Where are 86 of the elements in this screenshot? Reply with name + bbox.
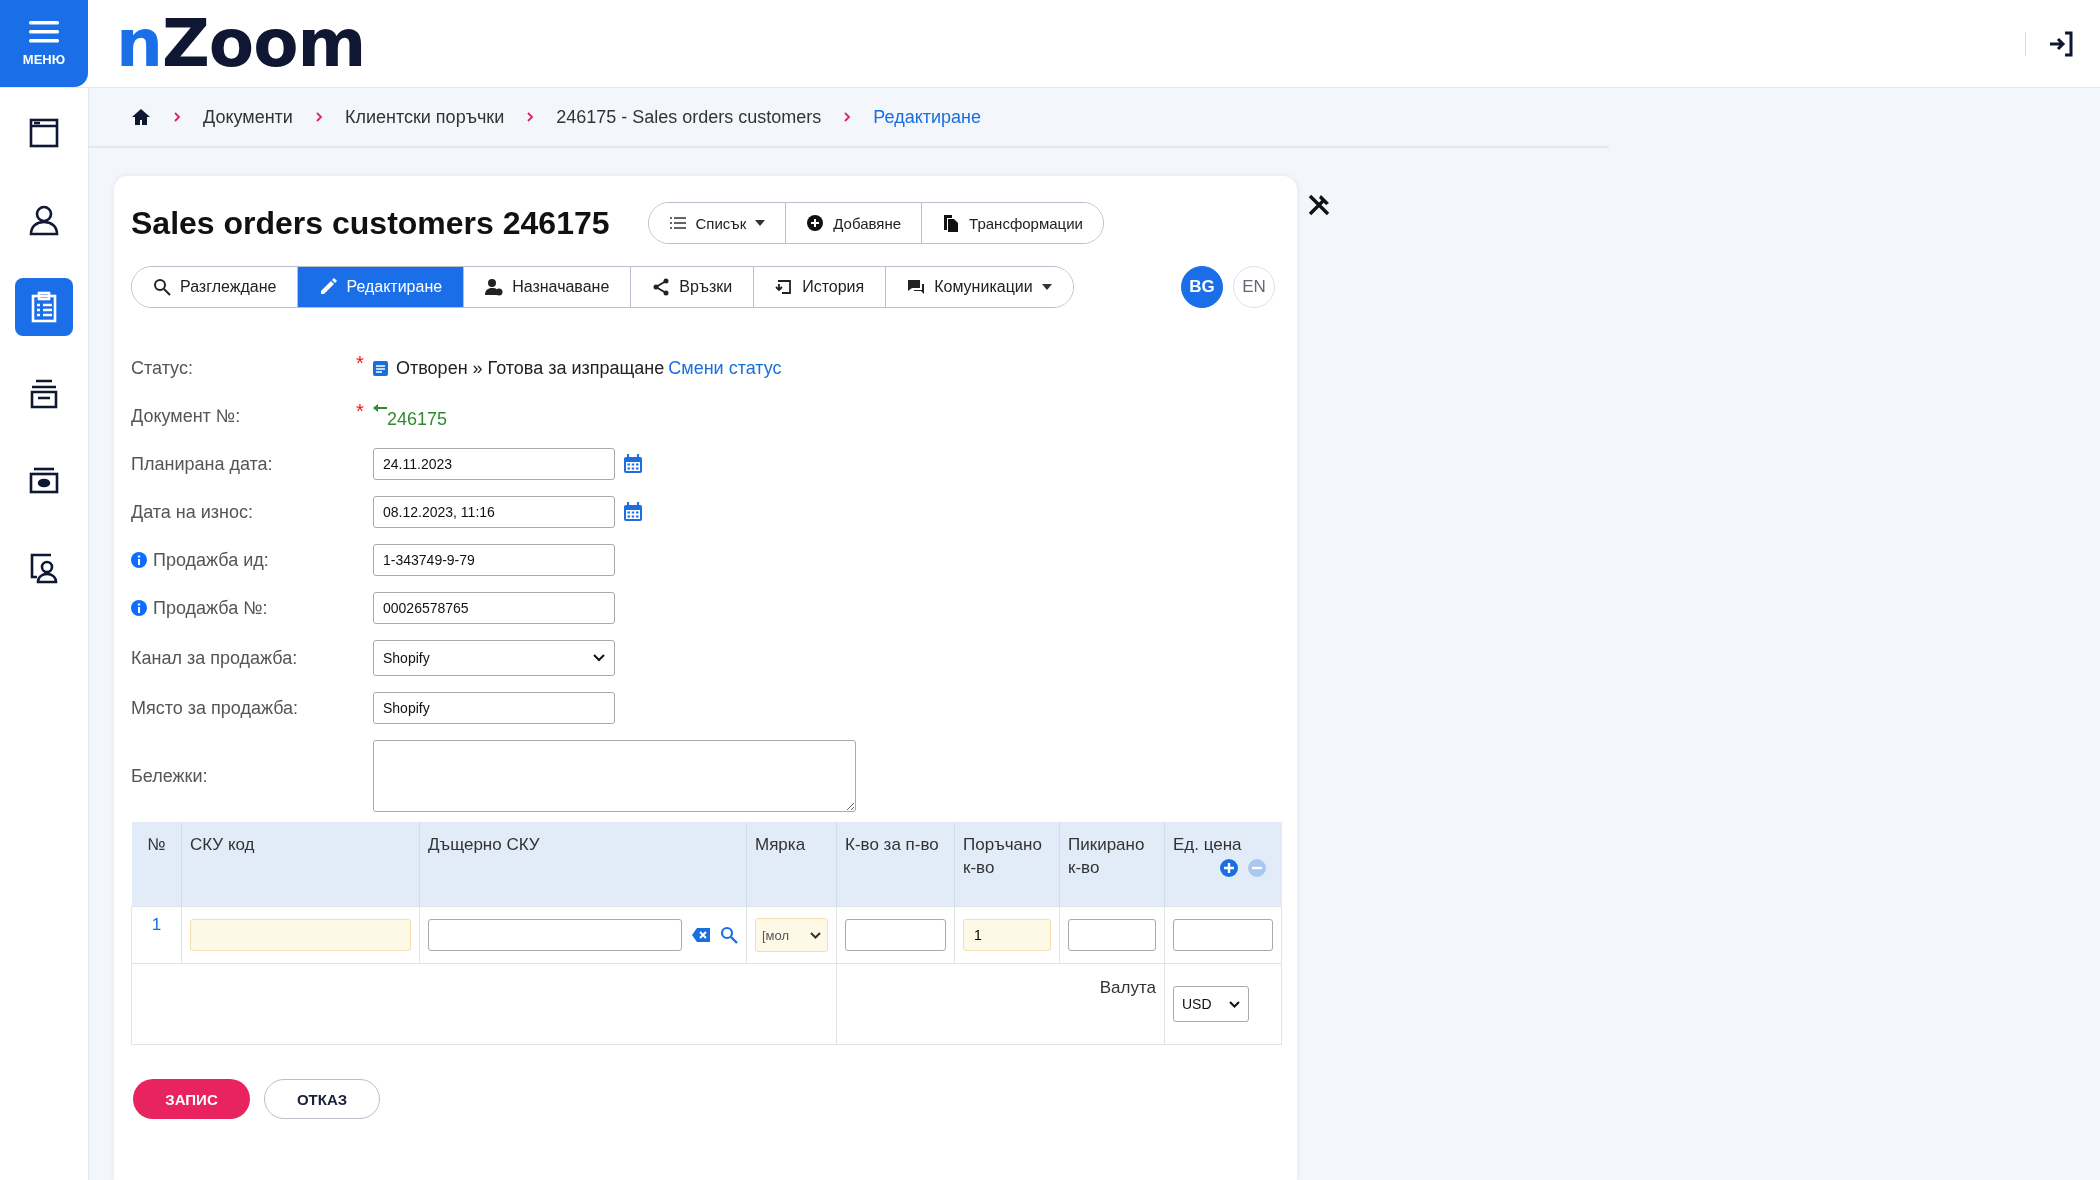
copy-icon — [942, 214, 961, 232]
change-status-link[interactable]: Смени статус — [668, 357, 782, 379]
breadcrumb-link[interactable]: 246175 - Sales orders customers — [556, 106, 822, 128]
assign-icon — [485, 278, 504, 296]
language-button[interactable]: BG — [1181, 266, 1223, 308]
logo: nZoom — [116, 5, 366, 82]
status-text: Отворен » Готова за изпращане — [396, 357, 665, 379]
share-icon — [652, 278, 671, 296]
add-row-icon[interactable] — [1219, 858, 1238, 877]
chevron-icon — [314, 111, 323, 123]
document-icon — [373, 360, 388, 376]
field-label: Дата на износ: — [131, 501, 254, 523]
menu-icon — [29, 20, 59, 44]
home-icon[interactable] — [131, 108, 151, 126]
person-icon — [28, 204, 60, 236]
field-label: Място за продажба: — [131, 697, 299, 719]
table-input[interactable] — [845, 919, 946, 951]
cancel-button[interactable]: ОТКАЗ — [264, 1079, 380, 1119]
required-mark: * — [356, 400, 364, 422]
unit-select[interactable]: [мол — [755, 918, 828, 952]
sidebar-clipboard-item[interactable] — [15, 278, 73, 336]
history-icon — [775, 278, 794, 296]
chevron-icon — [843, 111, 852, 123]
breadcrumb-link[interactable]: Документи — [203, 106, 293, 128]
row-number: 1 — [151, 915, 162, 934]
field-label: Документ №: — [131, 405, 241, 427]
field-label: Бележки: — [131, 765, 208, 787]
chevron-icon — [526, 111, 535, 123]
field-label: Продажба ид: — [153, 549, 269, 571]
column-header: Поръчано к-во — [963, 835, 1042, 877]
notes-field[interactable] — [373, 740, 856, 812]
caret-icon — [593, 654, 605, 662]
caret-icon — [810, 931, 821, 939]
caret-icon — [755, 220, 766, 226]
field-label: Статус: — [131, 357, 193, 379]
chevron-icon — [173, 111, 181, 123]
text-field[interactable]: 00026578765 — [373, 592, 615, 624]
field-label: Планирана дата: — [131, 453, 273, 475]
column-header: Пикирано к-во — [1068, 835, 1145, 877]
breadcrumb-link[interactable]: Редактиране — [873, 106, 982, 128]
table-input[interactable] — [428, 919, 682, 951]
tray-icon — [28, 378, 60, 410]
currency-select[interactable]: USD — [1173, 986, 1249, 1022]
tab[interactable]: Разглеждане — [132, 267, 299, 307]
add-icon — [806, 214, 825, 232]
search-icon — [153, 278, 171, 296]
menu-button[interactable]: МЕНЮ — [0, 0, 88, 87]
language-button[interactable]: EN — [1233, 266, 1275, 308]
table-input[interactable]: 1 — [963, 919, 1051, 951]
column-header: № — [147, 835, 166, 854]
caret-icon — [1041, 284, 1052, 290]
calendar-icon[interactable] — [623, 454, 643, 474]
breadcrumb-link[interactable]: Клиентски поръчки — [344, 106, 505, 128]
column-header: Мярка — [755, 835, 806, 854]
field-label: Продажба №: — [153, 597, 268, 619]
clear-icon[interactable] — [692, 928, 710, 942]
table-input[interactable] — [1068, 919, 1156, 951]
select-field[interactable]: Shopify — [373, 640, 615, 676]
text-field[interactable]: Shopify — [373, 692, 615, 724]
chat-icon — [907, 278, 926, 296]
column-header: СКУ код — [190, 835, 255, 854]
document-number: 246175 — [387, 408, 448, 430]
list-button[interactable]: Списък — [648, 203, 787, 243]
logout-icon[interactable] — [2048, 30, 2074, 57]
window-icon — [28, 117, 60, 149]
column-header: Ед. цена — [1173, 835, 1242, 854]
column-header: Дъщерно СКУ — [428, 835, 540, 854]
field-label: Канал за продажба: — [131, 647, 298, 669]
text-field[interactable]: 1-343749-9-79 — [373, 544, 615, 576]
back-arrow-icon — [373, 404, 387, 414]
currency-label: Валута — [1099, 978, 1156, 997]
date-field[interactable]: 24.11.2023 — [373, 448, 615, 480]
list-icon — [668, 214, 687, 232]
required-mark: * — [356, 352, 364, 374]
table-input[interactable] — [1173, 919, 1273, 951]
calendar-icon[interactable] — [623, 502, 643, 522]
tools-icon[interactable] — [1307, 193, 1331, 217]
search-icon[interactable] — [720, 926, 738, 944]
column-header: К-во за п-во — [845, 835, 939, 854]
tab[interactable]: Редактиране — [298, 267, 465, 307]
pencil-icon — [319, 278, 338, 296]
page-title: Sales orders customers 246175 — [131, 204, 610, 242]
caret-icon — [1229, 1000, 1240, 1008]
date-field[interactable]: 08.12.2023, 11:16 — [373, 496, 615, 528]
save-button[interactable]: ЗАПИС — [133, 1079, 250, 1119]
contact-icon — [28, 552, 60, 584]
